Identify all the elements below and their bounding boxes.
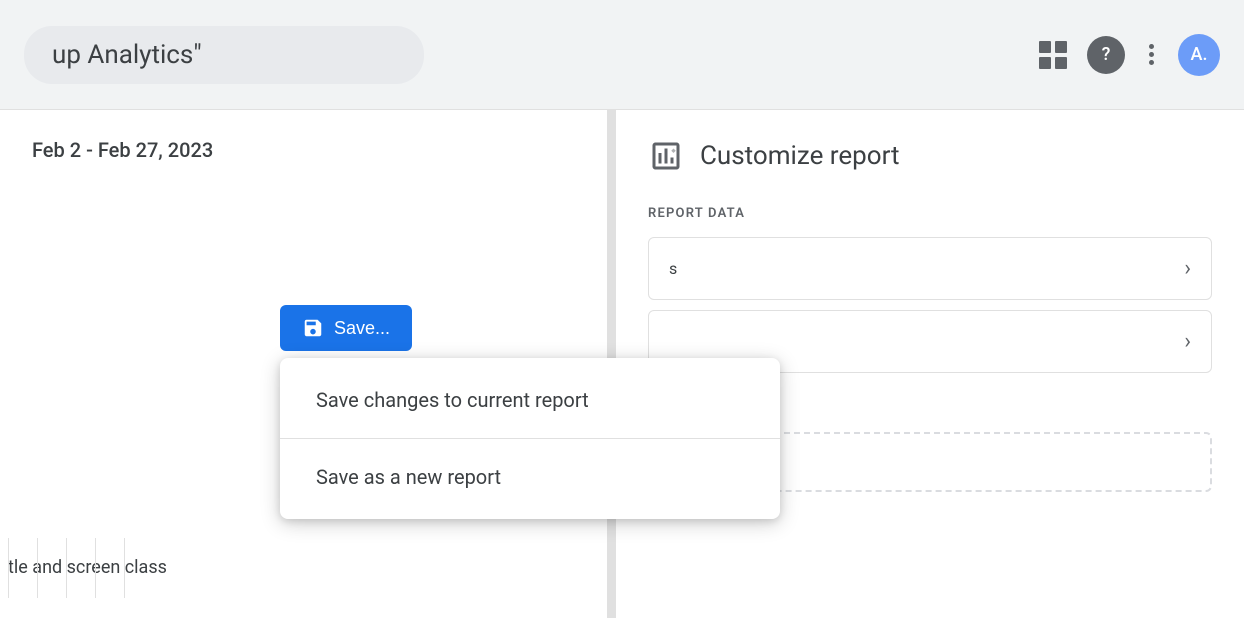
help-icon: ? [1102,44,1111,65]
avatar-label: A. [1191,44,1208,65]
apps-icon[interactable] [1039,41,1067,69]
date-range: Feb 2 - Feb 27, 2023 [32,138,575,162]
customize-header: Customize report [648,138,1212,174]
save-button[interactable]: Save... [280,305,412,351]
save-as-new-item[interactable]: Save as a new report [280,443,780,511]
help-button[interactable]: ? [1087,36,1125,74]
chevron-right-icon-2: › [1184,329,1191,354]
chart-lines [0,538,133,598]
report-data-label: REPORT DATA [648,206,1212,221]
chevron-right-icon-1: › [1184,256,1191,281]
save-button-icon [302,317,324,339]
chart-line [8,538,9,598]
report-data-section: REPORT DATA s › › [648,206,1212,373]
report-data-row-1[interactable]: s › [648,237,1212,300]
report-data-row-1-text: s [669,259,677,278]
chart-line [124,538,125,598]
customize-title: Customize report [700,141,900,171]
header: up Analytics" ? A. [0,0,1244,110]
left-panel: Feb 2 - Feb 27, 2023 Save... Save change… [0,110,608,618]
more-options-button[interactable] [1145,40,1158,69]
chart-line [37,538,38,598]
chart-line [66,538,67,598]
save-button-label: Save... [334,318,390,339]
customize-report-icon [648,138,684,174]
header-title-area: up Analytics" [24,26,424,84]
header-actions: ? A. [1039,34,1220,76]
dropdown-divider [280,438,780,439]
save-dropdown-menu: Save changes to current report Save as a… [280,358,780,519]
page-title: up Analytics" [52,40,202,70]
avatar[interactable]: A. [1178,34,1220,76]
main-content: Feb 2 - Feb 27, 2023 Save... Save change… [0,110,1244,618]
chart-line [95,538,96,598]
save-changes-item[interactable]: Save changes to current report [280,366,780,434]
